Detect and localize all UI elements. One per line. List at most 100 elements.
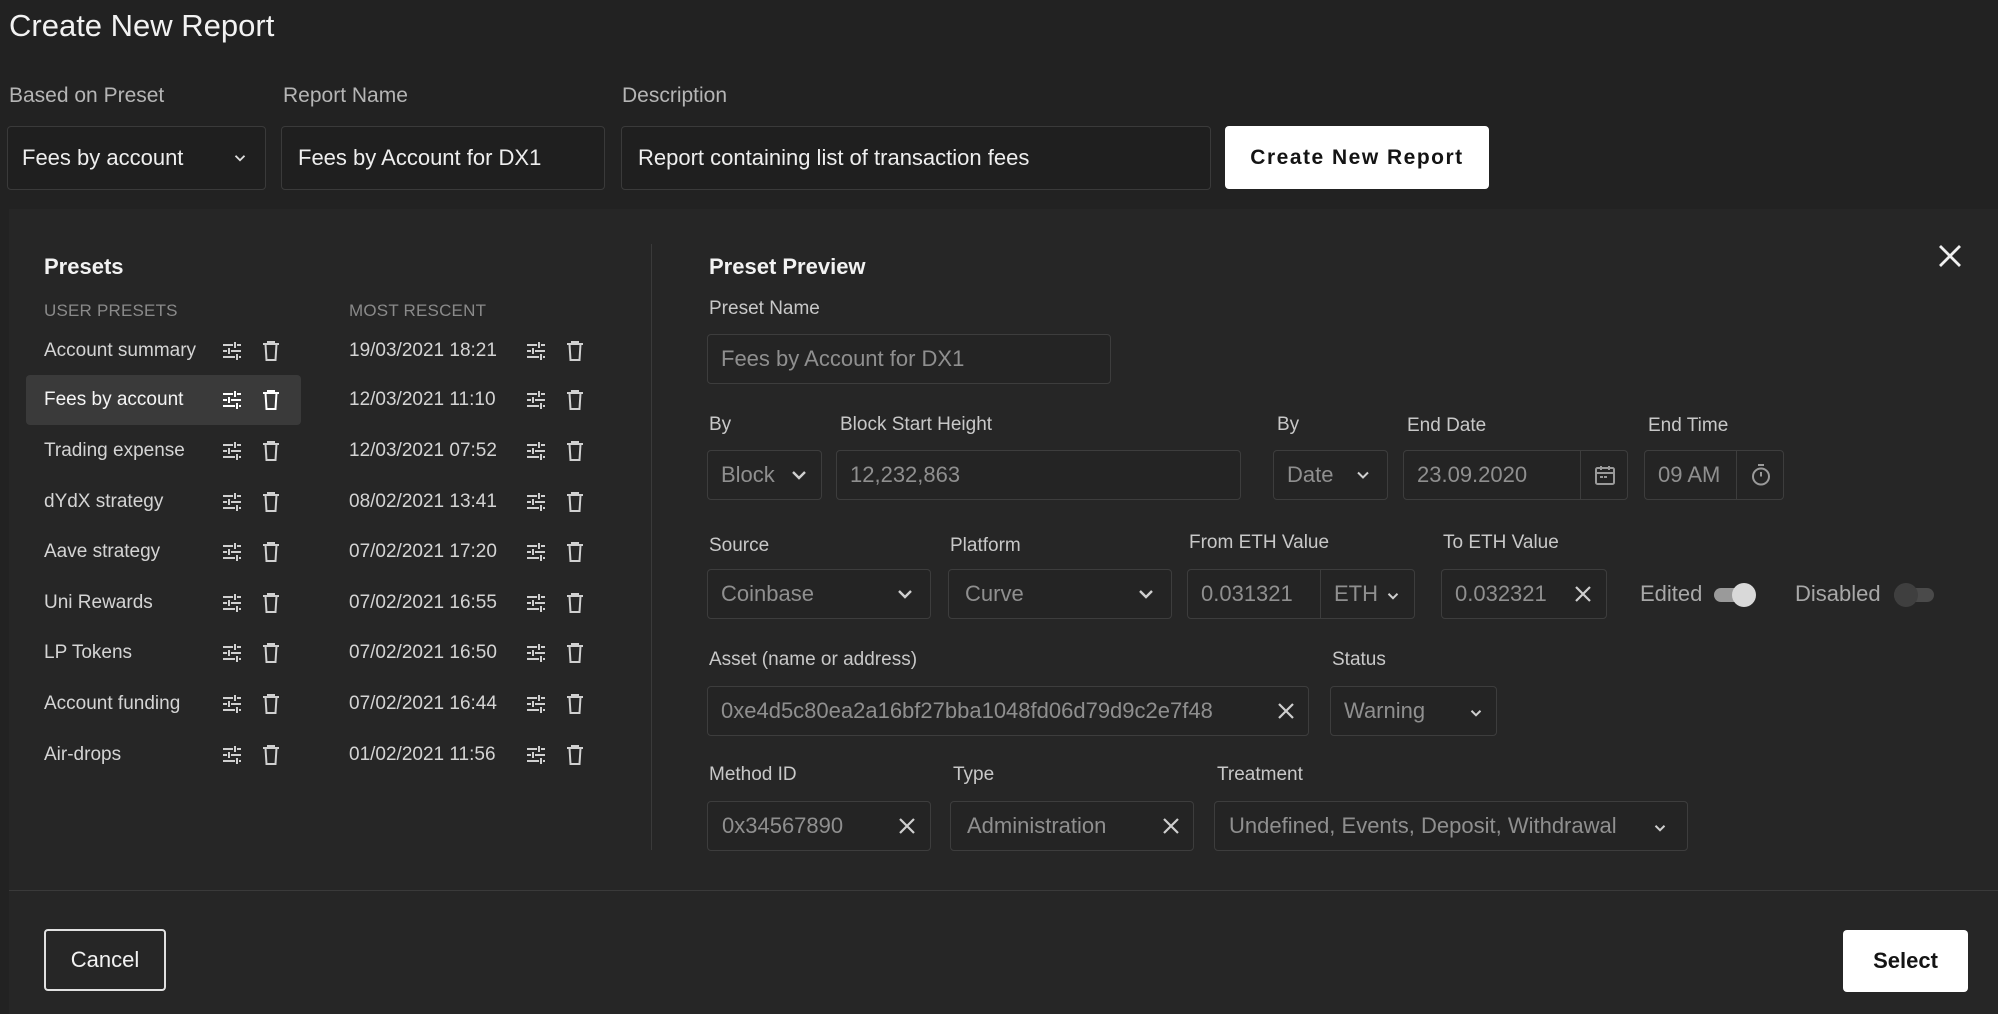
trash-icon[interactable] bbox=[259, 388, 283, 412]
recent-row[interactable]: 12/03/2021 07:52 bbox=[349, 426, 589, 476]
trash-icon[interactable] bbox=[259, 641, 283, 665]
tune-icon[interactable] bbox=[524, 439, 548, 463]
field-divider bbox=[1736, 451, 1737, 499]
report-name-input[interactable]: Fees by Account for DX1 bbox=[281, 126, 605, 190]
end-time-input[interactable]: 09 AM bbox=[1644, 450, 1784, 500]
preset-row-lp-tokens[interactable]: LP Tokens bbox=[26, 628, 301, 678]
trash-icon[interactable] bbox=[563, 540, 587, 564]
end-date-input[interactable]: 23.09.2020 bbox=[1403, 450, 1628, 500]
trash-icon[interactable] bbox=[563, 641, 587, 665]
tune-icon[interactable] bbox=[524, 743, 548, 767]
preset-row-trading-expense[interactable]: Trading expense bbox=[26, 426, 301, 476]
trash-icon[interactable] bbox=[563, 743, 587, 767]
by-date-value: Date bbox=[1287, 462, 1334, 487]
trash-icon[interactable] bbox=[563, 439, 587, 463]
eth-unit-select[interactable]: ETH bbox=[1334, 570, 1378, 618]
cancel-button[interactable]: Cancel bbox=[44, 929, 166, 991]
recent-date: 12/03/2021 07:52 bbox=[349, 440, 497, 461]
recent-date: 07/02/2021 16:55 bbox=[349, 592, 497, 613]
tune-icon[interactable] bbox=[220, 692, 244, 716]
tune-icon[interactable] bbox=[220, 591, 244, 615]
field-divider bbox=[1580, 451, 1581, 499]
preset-select[interactable]: Fees by account bbox=[7, 126, 266, 190]
source-select[interactable]: Coinbase bbox=[707, 569, 931, 619]
trash-icon[interactable] bbox=[563, 388, 587, 412]
recent-row[interactable]: 07/02/2021 17:20 bbox=[349, 527, 589, 577]
recent-row[interactable]: 07/02/2021 16:44 bbox=[349, 679, 589, 729]
source-value: Coinbase bbox=[721, 581, 814, 606]
method-id-input[interactable]: 0x34567890 bbox=[707, 801, 931, 851]
calendar-icon[interactable] bbox=[1593, 463, 1617, 493]
close-icon[interactable] bbox=[1937, 243, 1963, 269]
trash-icon[interactable] bbox=[259, 540, 283, 564]
page-title: Create New Report bbox=[9, 8, 275, 43]
preset-name: Uni Rewards bbox=[44, 592, 153, 613]
tune-icon[interactable] bbox=[220, 490, 244, 514]
trash-icon[interactable] bbox=[563, 490, 587, 514]
tune-icon[interactable] bbox=[220, 540, 244, 564]
preset-name: Account summary bbox=[44, 340, 197, 361]
recent-row[interactable]: 08/02/2021 13:41 bbox=[349, 477, 589, 527]
from-eth-input[interactable]: 0.031321 ETH bbox=[1187, 569, 1415, 619]
chevron-down-icon bbox=[1134, 582, 1158, 612]
preset-name-input[interactable]: Fees by Account for DX1 bbox=[707, 334, 1111, 384]
tune-icon[interactable] bbox=[524, 641, 548, 665]
tune-icon[interactable] bbox=[220, 339, 244, 363]
trash-icon[interactable] bbox=[259, 692, 283, 716]
tune-icon[interactable] bbox=[220, 439, 244, 463]
trash-icon[interactable] bbox=[259, 591, 283, 615]
asset-input[interactable]: 0xe4d5c80ea2a16bf27bba1048fd06d79d9c2e7f… bbox=[707, 686, 1309, 736]
preset-row-account-summary[interactable]: Account summary bbox=[26, 326, 301, 376]
clear-icon[interactable] bbox=[1573, 584, 1593, 610]
preset-row-dydx-strategy[interactable]: dYdX strategy bbox=[26, 477, 301, 527]
clear-icon[interactable] bbox=[897, 816, 917, 842]
recent-row[interactable]: 12/03/2021 11:10 bbox=[349, 375, 589, 425]
select-button[interactable]: Select bbox=[1843, 930, 1968, 992]
preset-name: dYdX strategy bbox=[44, 491, 164, 512]
block-start-input[interactable]: 12,232,863 bbox=[836, 450, 1241, 500]
trash-icon[interactable] bbox=[563, 692, 587, 716]
trash-icon[interactable] bbox=[563, 591, 587, 615]
trash-icon[interactable] bbox=[259, 743, 283, 767]
clear-icon[interactable] bbox=[1276, 701, 1296, 727]
preset-row-air-drops[interactable]: Air-drops bbox=[26, 730, 301, 780]
platform-select[interactable]: Curve bbox=[948, 569, 1172, 619]
treatment-select[interactable]: Undefined, Events, Deposit, Withdrawal bbox=[1214, 801, 1688, 851]
preset-row-account-funding[interactable]: Account funding bbox=[26, 679, 301, 729]
trash-icon[interactable] bbox=[259, 439, 283, 463]
tune-icon[interactable] bbox=[220, 743, 244, 767]
chevron-down-icon bbox=[1353, 465, 1373, 491]
timer-icon[interactable] bbox=[1749, 463, 1773, 493]
to-eth-input[interactable]: 0.032321 bbox=[1441, 569, 1607, 619]
tune-icon[interactable] bbox=[524, 388, 548, 412]
clear-icon[interactable] bbox=[1161, 816, 1181, 842]
recent-date: 07/02/2021 16:50 bbox=[349, 642, 497, 663]
edited-toggle[interactable] bbox=[1714, 583, 1756, 607]
recent-row[interactable]: 07/02/2021 16:55 bbox=[349, 578, 589, 628]
tune-icon[interactable] bbox=[524, 692, 548, 716]
preset-row-uni-rewards[interactable]: Uni Rewards bbox=[26, 578, 301, 628]
tune-icon[interactable] bbox=[524, 540, 548, 564]
tune-icon[interactable] bbox=[220, 388, 244, 412]
type-input[interactable]: Administration bbox=[950, 801, 1194, 851]
tune-icon[interactable] bbox=[524, 339, 548, 363]
by-block-select[interactable]: Block bbox=[707, 450, 822, 500]
trash-icon[interactable] bbox=[563, 339, 587, 363]
by-date-label: By bbox=[1277, 414, 1300, 435]
disabled-toggle[interactable] bbox=[1894, 583, 1936, 607]
tune-icon[interactable] bbox=[220, 641, 244, 665]
by-date-select[interactable]: Date bbox=[1273, 450, 1388, 500]
status-select[interactable]: Warning bbox=[1330, 686, 1497, 736]
chevron-down-icon bbox=[231, 149, 249, 167]
recent-row[interactable]: 19/03/2021 18:21 bbox=[349, 326, 589, 376]
recent-row[interactable]: 07/02/2021 16:50 bbox=[349, 628, 589, 678]
tune-icon[interactable] bbox=[524, 490, 548, 514]
tune-icon[interactable] bbox=[524, 591, 548, 615]
preset-row-aave-strategy[interactable]: Aave strategy bbox=[26, 527, 301, 577]
trash-icon[interactable] bbox=[259, 339, 283, 363]
create-new-report-button[interactable]: Create New Report bbox=[1225, 126, 1489, 189]
recent-row[interactable]: 01/02/2021 11:56 bbox=[349, 730, 589, 780]
description-input[interactable]: Report containing list of transaction fe… bbox=[621, 126, 1211, 190]
preset-row-fees-by-account[interactable]: Fees by account bbox=[26, 375, 301, 425]
trash-icon[interactable] bbox=[259, 490, 283, 514]
